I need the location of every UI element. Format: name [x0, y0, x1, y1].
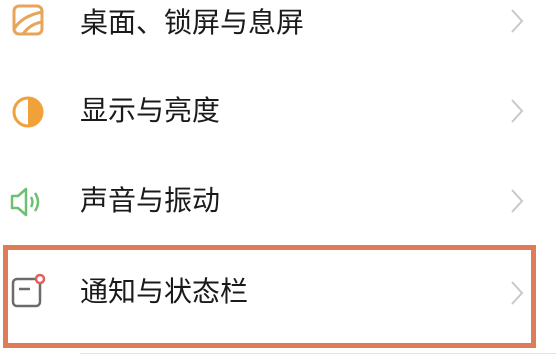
- settings-item-notifications-statusbar[interactable]: 通知与状态栏: [0, 248, 556, 338]
- settings-item-label: 桌面、锁屏与息屏: [80, 6, 305, 39]
- notification-icon: [6, 272, 46, 312]
- chevron-right-icon: [508, 96, 526, 126]
- settings-item-display-brightness[interactable]: 显示与亮度: [0, 66, 556, 156]
- settings-item-label: 通知与状态栏: [80, 275, 249, 308]
- chevron-right-icon: [508, 186, 526, 216]
- settings-item-sound-vibration[interactable]: 声音与振动: [0, 158, 556, 248]
- chevron-right-icon: [508, 6, 526, 36]
- chevron-right-icon: [508, 278, 526, 308]
- brightness-icon: [6, 92, 46, 132]
- divider: [80, 353, 556, 354]
- settings-item-label: 显示与亮度: [80, 94, 221, 127]
- settings-item-label: 声音与振动: [80, 184, 221, 217]
- wallpaper-icon: [6, 2, 46, 42]
- speaker-icon: [6, 182, 46, 222]
